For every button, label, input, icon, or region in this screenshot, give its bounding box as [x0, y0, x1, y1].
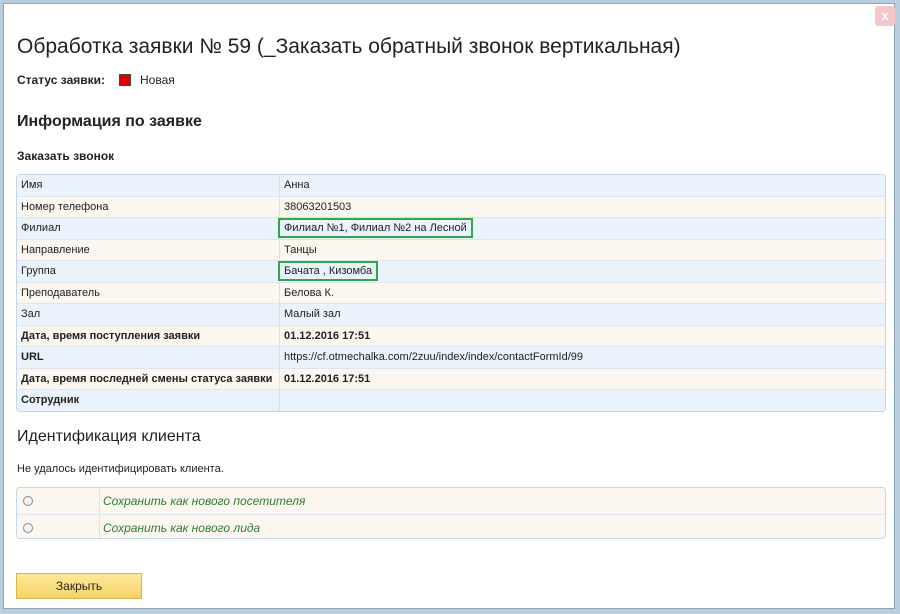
close-button[interactable]: Закрыть [16, 573, 142, 599]
row-value-cell: Филиал №1, Филиал №2 на Лесной [278, 218, 885, 240]
table-row: Группа Бачата , Кизомба [17, 261, 885, 283]
table-row: Зал Малый зал [17, 304, 885, 326]
save-as-lead-option[interactable]: Сохранить как нового лида [103, 521, 260, 535]
option-row-lead: Сохранить как нового лида [17, 514, 885, 538]
info-table: Имя Анна Номер телефона 38063201503 Фили… [16, 174, 886, 412]
status-value: Новая [140, 73, 175, 87]
row-value: 01.12.2016 17:51 [280, 325, 885, 347]
row-value: Танцы [280, 239, 885, 261]
radio-cell [17, 515, 100, 538]
row-key: Сотрудник [17, 390, 280, 411]
row-key: Группа [17, 261, 280, 283]
table-row: Дата, время последней смены статуса заяв… [17, 368, 885, 390]
row-key: Направление [17, 239, 280, 261]
highlighted-value: Филиал №1, Филиал №2 на Лесной [278, 218, 473, 239]
row-value: Малый зал [280, 304, 885, 326]
status-row: Статус заявки: Новая [17, 73, 175, 87]
close-icon[interactable]: x [875, 6, 895, 26]
save-as-visitor-option[interactable]: Сохранить как нового посетителя [103, 494, 305, 508]
option-row-visitor: Сохранить как нового посетителя [17, 488, 885, 513]
highlighted-value: Бачата , Кизомба [278, 261, 379, 282]
identification-note: Не удалось идентифицировать клиента. [17, 463, 224, 475]
row-value: https://cf.otmechalka.com/2zuu/index/ind… [280, 347, 885, 369]
identification-options: Сохранить как нового посетителя Сохранит… [16, 487, 886, 539]
dialog-title: Обработка заявки № 59 (_Заказать обратны… [17, 35, 681, 58]
radio-new-visitor[interactable] [23, 495, 33, 506]
row-key: Преподаватель [17, 282, 280, 304]
row-value: 01.12.2016 17:51 [280, 368, 885, 390]
row-value: Белова К. [280, 282, 885, 304]
row-value-cell: Бачата , Кизомба [278, 261, 885, 283]
table-row: Филиал Филиал №1, Филиал №2 на Лесной [17, 218, 885, 240]
request-dialog: x Обработка заявки № 59 (_Заказать обрат… [3, 3, 895, 609]
identification-heading: Идентификация клиента [17, 428, 201, 445]
row-value [280, 390, 885, 411]
row-key: Зал [17, 304, 280, 326]
row-key: Дата, время последней смены статуса заяв… [17, 368, 280, 390]
table-row: Номер телефона 38063201503 [17, 196, 885, 218]
table-row: Направление Танцы [17, 239, 885, 261]
info-heading: Информация по заявке [17, 113, 202, 130]
row-key: URL [17, 347, 280, 369]
row-key: Филиал [17, 218, 280, 240]
row-key: Дата, время поступления заявки [17, 325, 280, 347]
row-value: Анна [280, 175, 885, 197]
status-color-swatch [119, 74, 132, 86]
info-subheading: Заказать звонок [17, 149, 115, 163]
status-label: Статус заявки: [17, 73, 106, 87]
table-row: Преподаватель Белова К. [17, 282, 885, 304]
radio-cell [17, 488, 100, 513]
table-row: Сотрудник [17, 390, 885, 411]
row-key: Имя [17, 175, 280, 197]
table-row: Имя Анна [17, 175, 885, 197]
table-row: URL https://cf.otmechalka.com/2zuu/index… [17, 347, 885, 369]
table-row: Дата, время поступления заявки 01.12.201… [17, 325, 885, 347]
row-key: Номер телефона [17, 196, 280, 218]
radio-new-lead[interactable] [23, 522, 33, 533]
row-value: 38063201503 [280, 196, 885, 218]
